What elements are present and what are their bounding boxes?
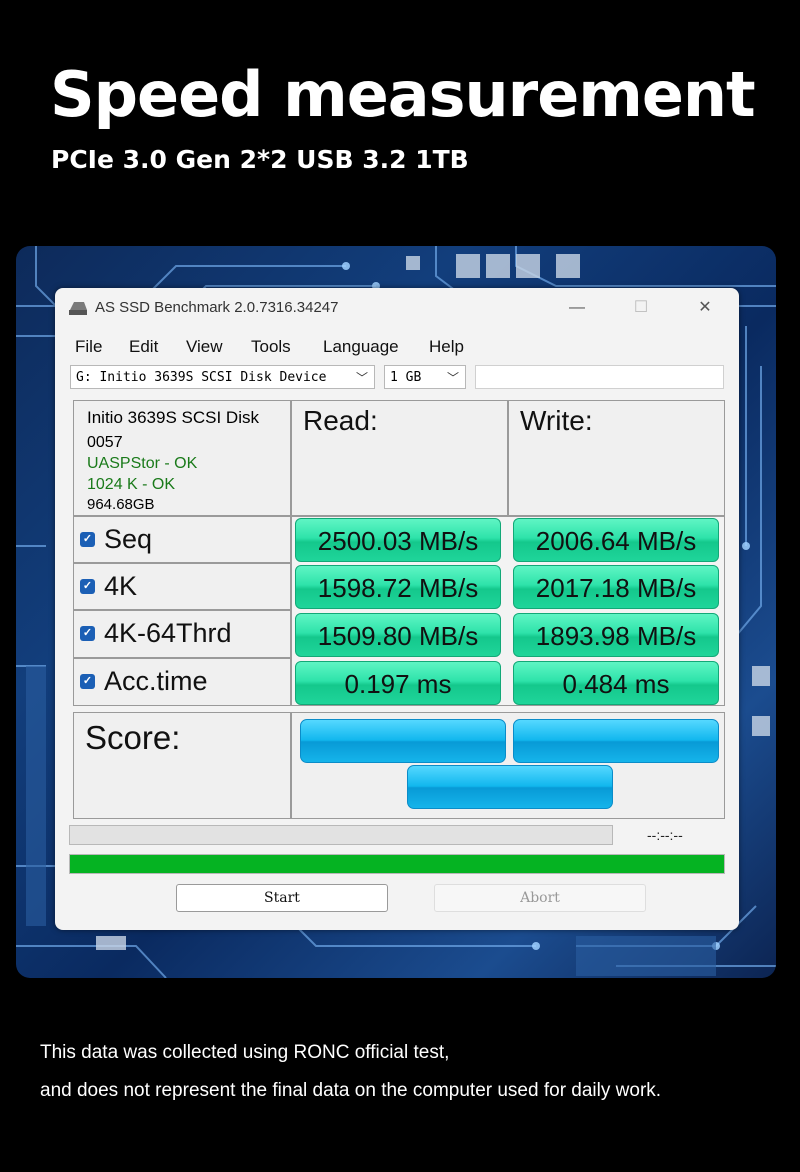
acc-time-read-result: 0.197 ms [295, 661, 501, 705]
disclaimer-line-1: This data was collected using RONC offic… [40, 1042, 450, 1063]
write-column-header: Write: [520, 405, 593, 436]
menu-help[interactable]: Help [429, 337, 464, 357]
row-acc-time: ✓ Acc.time [73, 658, 291, 706]
as-ssd-window: AS SSD Benchmark 2.0.7316.34247 — ☐ ✕ Fi… [55, 288, 739, 930]
menu-view[interactable]: View [186, 337, 223, 357]
title-bar[interactable]: AS SSD Benchmark 2.0.7316.34247 — ☐ ✕ [55, 288, 739, 328]
menu-tools[interactable]: Tools [251, 337, 291, 357]
maximize-button[interactable]: ☐ [621, 296, 661, 320]
seq-read-result: 2500.03 MB/s [295, 518, 501, 562]
seq-checkbox[interactable]: ✓ [80, 532, 95, 547]
total-progress-bar [69, 854, 725, 874]
window-title: AS SSD Benchmark 2.0.7316.34247 [95, 299, 339, 316]
alignment-status: 1024 K - OK [87, 476, 176, 493]
chevron-down-icon: ﹀ [446, 371, 459, 385]
elapsed-time: --:--:-- [647, 827, 683, 843]
page-headline: Speed measurement [50, 58, 756, 131]
size-select-value: 1 GB [390, 370, 422, 385]
acc-time-write-result: 0.484 ms [513, 661, 719, 705]
4k-64thrd-read-result: 1509.80 MB/s [295, 613, 501, 657]
capacity: 964.68GB [87, 496, 155, 513]
score-write-box [513, 719, 719, 763]
size-select[interactable]: 1 GB ﹀ [384, 365, 466, 389]
app-disk-icon [69, 302, 87, 315]
firmware-version: 0057 [87, 434, 123, 451]
start-button[interactable]: Start [176, 884, 388, 912]
write-header-panel: Write: [508, 400, 725, 516]
menu-language[interactable]: Language [323, 337, 399, 357]
score-label-panel: Score: [73, 712, 291, 819]
device-select[interactable]: G: Initio 3639S SCSI Disk Device ﹀ [70, 365, 375, 389]
4k-write-result: 2017.18 MB/s [513, 565, 719, 609]
score-read-box [300, 719, 506, 763]
row-4k-64thrd: ✓ 4K-64Thrd [73, 610, 291, 658]
acc-time-checkbox[interactable]: ✓ [80, 674, 95, 689]
row-label-acc-time: Acc.time [104, 666, 208, 696]
row-seq: ✓ Seq [73, 516, 291, 563]
close-button[interactable]: ✕ [685, 296, 725, 320]
extra-input[interactable] [475, 365, 724, 389]
menu-file[interactable]: File [75, 337, 102, 357]
4k-64thrd-write-result: 1893.98 MB/s [513, 613, 719, 657]
4k-read-result: 1598.72 MB/s [295, 565, 501, 609]
device-info-panel: Initio 3639S SCSI Disk 0057 UASPStor - O… [73, 400, 291, 516]
row-label-seq: Seq [104, 524, 153, 554]
row-4k: ✓ 4K [73, 563, 291, 610]
row-label-4k-64thrd: 4K-64Thrd [104, 618, 232, 648]
4k-checkbox[interactable]: ✓ [80, 579, 95, 594]
abort-button[interactable]: Abort [434, 884, 646, 912]
read-header-panel: Read: [291, 400, 508, 516]
driver-status: UASPStor - OK [87, 455, 198, 472]
chevron-down-icon: ﹀ [355, 371, 368, 385]
test-progress-bar [69, 825, 613, 845]
score-label: Score: [85, 719, 181, 756]
total-progress-fill [70, 855, 724, 873]
read-column-header: Read: [303, 405, 378, 436]
score-total-box [407, 765, 613, 809]
4k-64thrd-checkbox[interactable]: ✓ [80, 626, 95, 641]
row-label-4k: 4K [104, 571, 138, 601]
menu-edit[interactable]: Edit [129, 337, 158, 357]
disclaimer-line-2: and does not represent the final data on… [40, 1080, 662, 1101]
device-select-value: G: Initio 3639S SCSI Disk Device [76, 370, 327, 385]
product-subheadline: PCIe 3.0 Gen 2*2 USB 3.2 1TB [51, 145, 469, 174]
device-name: Initio 3639S SCSI Disk [87, 408, 259, 427]
seq-write-result: 2006.64 MB/s [513, 518, 719, 562]
score-panel [291, 712, 725, 819]
minimize-button[interactable]: — [557, 296, 597, 320]
